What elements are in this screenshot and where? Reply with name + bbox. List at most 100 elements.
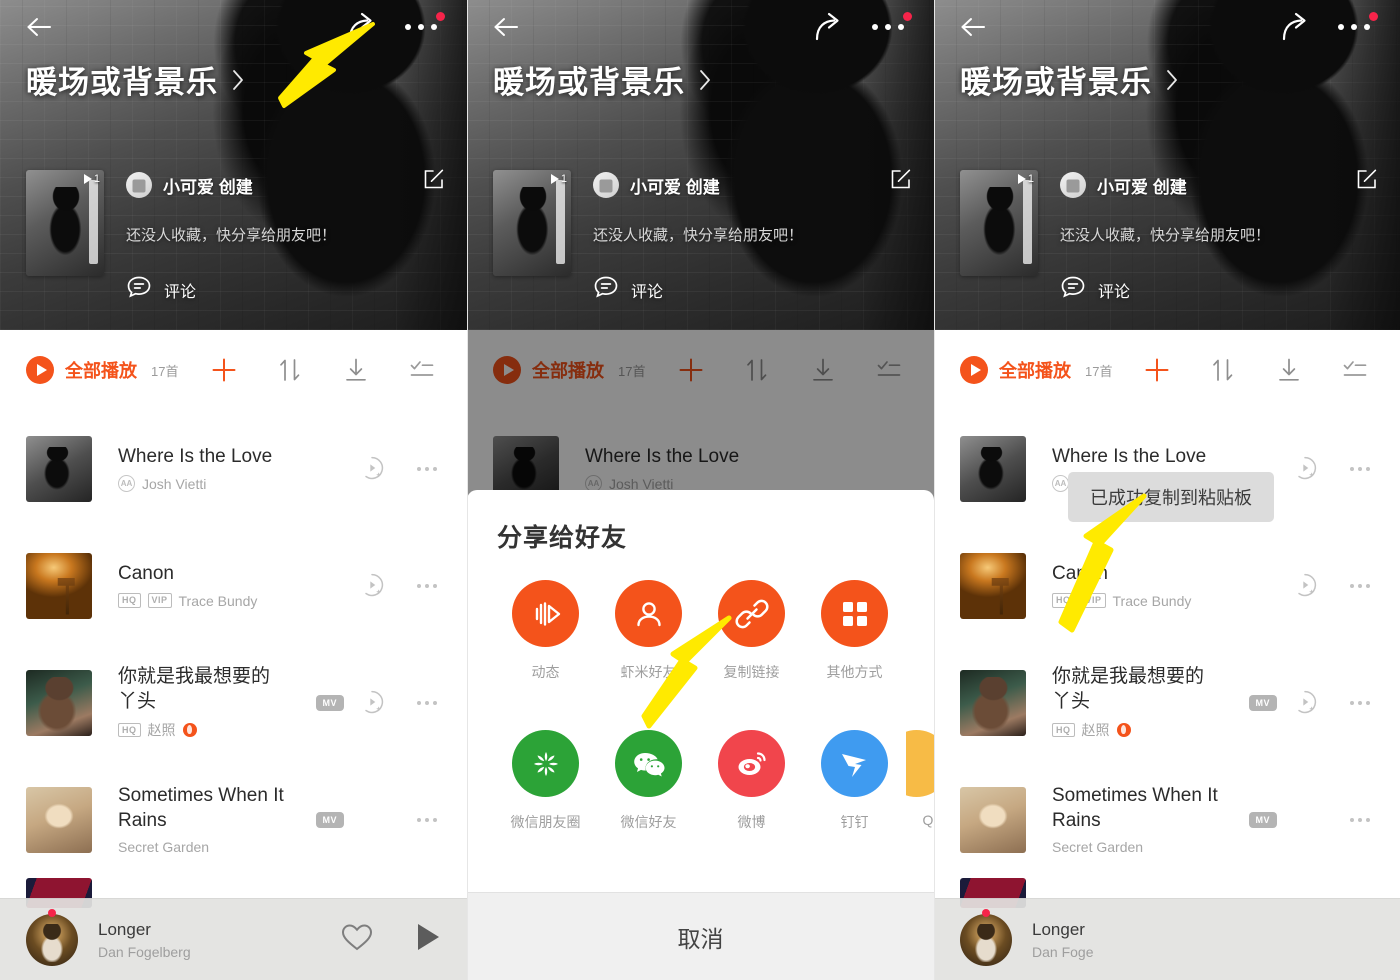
playlist-cover-thumb[interactable]: 1 xyxy=(493,170,571,276)
share-icon[interactable] xyxy=(1279,12,1311,42)
table-row[interactable]: 你就是我最想要的 丫头 HQ 赵照 MV xyxy=(0,644,467,761)
avatar[interactable] xyxy=(960,913,1012,966)
play-all-button[interactable]: 全部播放 17首 xyxy=(26,356,178,384)
song-artist: Secret Garden xyxy=(118,838,210,855)
back-arrow-icon[interactable] xyxy=(960,16,986,38)
edit-icon[interactable] xyxy=(890,168,912,190)
share-option-label: 其他方式 xyxy=(826,664,883,680)
share-option-dynamic[interactable]: 动态 xyxy=(494,580,597,682)
sort-icon[interactable] xyxy=(277,357,303,383)
panel-playlist: 暖场或背景乐 1 小可爱 创建 还没人收藏，快分享给朋友吧！ 评论 全部播放 1… xyxy=(0,0,467,980)
hot-icon xyxy=(1116,722,1131,737)
comment-row[interactable]: 评论 xyxy=(1060,275,1380,304)
row-more-icon[interactable] xyxy=(1350,583,1374,588)
mini-player[interactable]: Longer Dan Foge xyxy=(934,898,1400,980)
share-option-other[interactable]: 其他方式 xyxy=(803,580,906,682)
song-sub: HQ VIP Trace Bundy xyxy=(118,593,344,609)
notification-dot xyxy=(436,12,445,21)
comment-label: 评论 xyxy=(1098,283,1131,301)
table-row[interactable]: Sometimes When It Rains Secret Garden MV xyxy=(0,761,467,878)
playlist-title-row[interactable]: 暖场或背景乐 xyxy=(960,57,1179,102)
share-icon[interactable] xyxy=(345,12,377,42)
share-option-wechat[interactable]: 微信好友 xyxy=(597,730,700,832)
comment-icon xyxy=(126,275,152,304)
creator-row[interactable]: 小可爱 创建 xyxy=(593,172,914,198)
more-options-icon[interactable] xyxy=(872,22,912,32)
now-playing-title: Longer xyxy=(98,919,151,939)
cancel-button[interactable]: 取消 xyxy=(467,892,934,980)
creator-name: 小可爱 创建 xyxy=(163,177,253,197)
row-more-icon[interactable] xyxy=(1350,466,1374,471)
multiselect-icon[interactable] xyxy=(1342,357,1368,383)
playlist-hero: 暖场或背景乐 1 小可爱 创建 还没人收藏，快分享给朋友吧！ 评论 xyxy=(467,0,934,330)
playlist-title-row[interactable]: 暖场或背景乐 xyxy=(493,57,712,102)
edit-icon[interactable] xyxy=(1356,168,1378,190)
share-option-wechat-moments[interactable]: 微信朋友圈 xyxy=(494,730,597,832)
avatar[interactable] xyxy=(26,913,78,966)
table-row[interactable]: 你就是我最想要的 丫头 HQ 赵照 MV xyxy=(934,644,1400,761)
sort-icon[interactable] xyxy=(1210,357,1236,383)
song-artist: 赵照 xyxy=(147,721,176,738)
play-mv-icon[interactable] xyxy=(1293,573,1318,598)
cover-subject xyxy=(47,186,84,266)
creator-row[interactable]: 小可爱 创建 xyxy=(1060,172,1380,198)
more-options-icon[interactable] xyxy=(1338,22,1378,32)
album-art xyxy=(26,435,92,502)
heart-icon[interactable] xyxy=(341,923,373,957)
comment-row[interactable]: 评论 xyxy=(126,275,447,304)
row-more-icon[interactable] xyxy=(1350,700,1374,705)
song-artist: Secret Garden xyxy=(1052,838,1144,855)
download-icon[interactable] xyxy=(343,357,369,383)
share-option-label: 微信朋友圈 xyxy=(510,814,581,830)
row-more-icon[interactable] xyxy=(417,466,441,471)
back-arrow-icon[interactable] xyxy=(493,16,519,38)
album-art xyxy=(960,786,1026,853)
table-row[interactable]: Canon HQ VIP Trace Bundy xyxy=(0,527,467,644)
play-mv-icon[interactable] xyxy=(360,573,385,598)
row-more-icon[interactable] xyxy=(1350,817,1374,822)
share-icon[interactable] xyxy=(812,12,844,42)
share-option-label: 微信好友 xyxy=(620,814,677,830)
play-mv-icon[interactable] xyxy=(360,456,385,481)
play-mv-icon[interactable] xyxy=(1293,690,1318,715)
table-row[interactable]: Canon HQ VIP Trace Bundy xyxy=(934,527,1400,644)
playlist-title-row[interactable]: 暖场或背景乐 xyxy=(26,57,245,102)
mv-badge[interactable]: MV xyxy=(1248,811,1277,828)
mini-player[interactable]: Longer Dan Fogelberg xyxy=(0,898,467,980)
dingtalk-icon xyxy=(821,730,888,797)
multiselect-icon[interactable] xyxy=(409,357,435,383)
download-icon[interactable] xyxy=(1276,357,1302,383)
play-icon[interactable] xyxy=(415,922,441,957)
notification-dot xyxy=(982,909,990,917)
playlist-cover-thumb[interactable]: 1 xyxy=(960,170,1038,276)
hero-topbar xyxy=(934,0,1400,52)
table-row[interactable]: Where Is the Love AA Josh Vietti xyxy=(0,410,467,527)
creator-row[interactable]: 小可爱 创建 xyxy=(126,172,447,198)
mv-badge[interactable]: MV xyxy=(315,694,344,711)
share-option-dingtalk[interactable]: 钉钉 xyxy=(803,730,906,832)
mv-badge[interactable]: MV xyxy=(315,811,344,828)
row-more-icon[interactable] xyxy=(417,583,441,588)
mv-badge[interactable]: MV xyxy=(1248,694,1277,711)
share-option-qq[interactable]: Q xyxy=(906,730,934,832)
play-mv-icon-placeholder xyxy=(1293,807,1318,832)
share-option-weibo[interactable]: 微博 xyxy=(700,730,803,832)
back-arrow-icon[interactable] xyxy=(26,16,52,38)
play-all-button[interactable]: 全部播放 17首 xyxy=(960,356,1112,384)
more-options-icon[interactable] xyxy=(405,22,445,32)
row-actions xyxy=(360,690,441,715)
add-icon[interactable] xyxy=(211,357,237,383)
play-mv-icon[interactable] xyxy=(1293,456,1318,481)
add-icon[interactable] xyxy=(1144,357,1170,383)
playlist-cover-thumb[interactable]: 1 xyxy=(26,170,104,276)
row-actions xyxy=(1293,456,1374,481)
row-more-icon[interactable] xyxy=(417,817,441,822)
row-more-icon[interactable] xyxy=(417,700,441,705)
play-mv-icon[interactable] xyxy=(360,690,385,715)
share-option-copy-link[interactable]: 复制链接 xyxy=(700,580,803,682)
playlist-toolbar: 全部播放 17首 xyxy=(934,330,1400,410)
comment-row[interactable]: 评论 xyxy=(593,275,914,304)
table-row[interactable]: Sometimes When It Rains Secret Garden MV xyxy=(934,761,1400,878)
edit-icon[interactable] xyxy=(423,168,445,190)
share-option-friend[interactable]: 虾米好友 xyxy=(597,580,700,682)
